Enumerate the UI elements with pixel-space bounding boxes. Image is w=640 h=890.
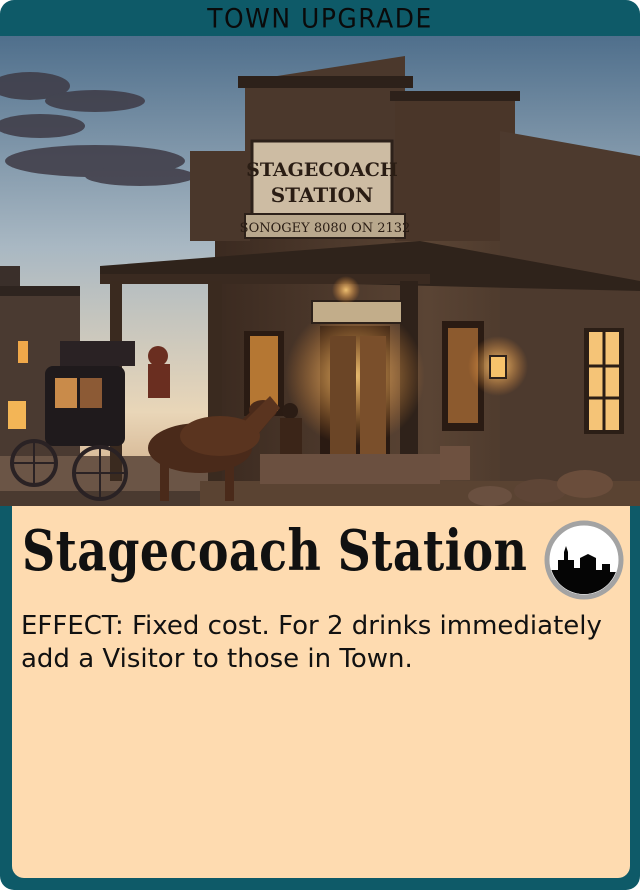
town-skyline-icon [544,520,624,600]
card-name: Stagecoach Station [22,518,528,584]
card-header: TOWN UPGRADE [0,0,640,36]
game-card[interactable]: TOWN UPGRADE STAGECOACH STATION SONOGEY … [0,0,640,890]
card-type-label: TOWN UPGRADE [207,2,433,34]
sign-sub-text: SONOGEY 8080 ON 2132 [240,221,411,236]
card-text-panel: Stagecoach Station EFFECT: Fixed cost. F… [12,506,630,878]
card-effect-text: EFFECT: Fixed cost. For 2 drinks immedia… [21,611,602,674]
sign-main-bottom: STATION [271,183,374,207]
sign-main-top: STAGECOACH [246,159,398,181]
card-illustration: STAGECOACH STATION SONOGEY 8080 ON 2132 [0,36,640,506]
